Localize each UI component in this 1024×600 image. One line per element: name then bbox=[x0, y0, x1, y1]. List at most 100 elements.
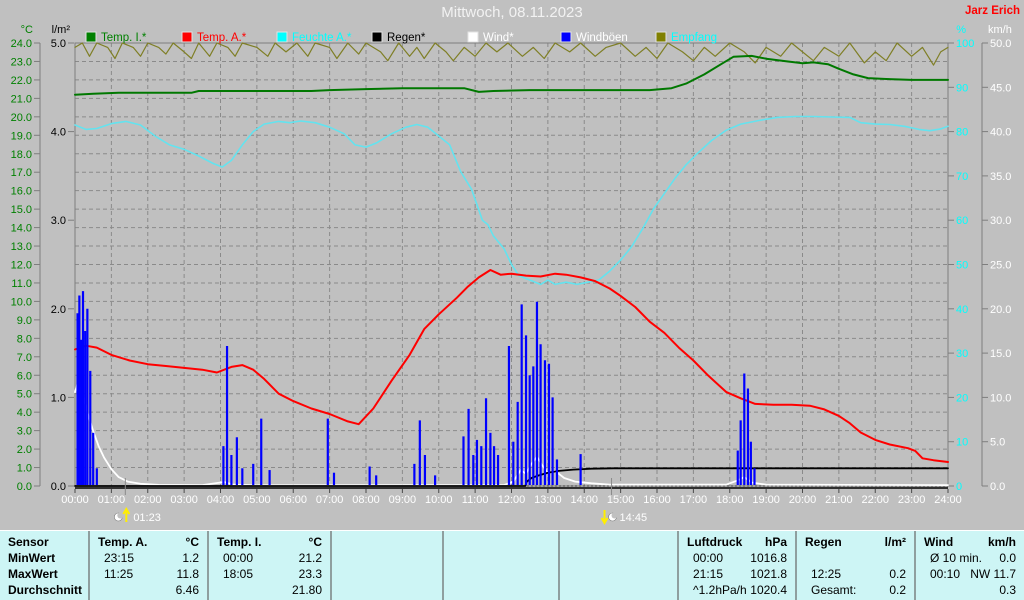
time-tick-label: 20:00 bbox=[789, 494, 817, 506]
stat-value: 23.3 bbox=[298, 567, 322, 581]
time-tick-label: 21:00 bbox=[825, 494, 853, 506]
stat-header: Luftdruck bbox=[687, 535, 743, 549]
temp-tick-label: 11.0 bbox=[11, 278, 32, 290]
arrow-down-icon bbox=[600, 510, 609, 525]
time-tick-label: 11:00 bbox=[462, 494, 489, 506]
stat-unit: km/h bbox=[987, 535, 1016, 549]
humidity-tick-label: 70 bbox=[956, 171, 968, 183]
time-tick-label: 13:00 bbox=[534, 494, 562, 506]
stats-table: Sensor MinWert MaxWert Durchschnitt Temp… bbox=[0, 530, 1024, 600]
row-label: Sensor bbox=[8, 535, 49, 549]
rain-axis-labels: 5.0 4.0 3.0 2.0 1.0 0.0 bbox=[51, 38, 74, 493]
time-tick-label: 17:00 bbox=[680, 494, 708, 506]
temp-axis-header: °C bbox=[21, 24, 33, 36]
stat-unit: hPa bbox=[764, 535, 787, 549]
legend-label: Windböen bbox=[576, 32, 628, 44]
legend-label: Temp. I.* bbox=[101, 32, 147, 44]
stat-header: Regen bbox=[805, 535, 842, 549]
rain-tick-label: 5.0 bbox=[51, 38, 66, 50]
temp-tick-label: 10.0 bbox=[11, 296, 32, 308]
time-tick-label: 01:00 bbox=[98, 494, 126, 506]
humidity-tick-label: 0 bbox=[956, 481, 962, 493]
stat-time: 21:15 bbox=[693, 567, 724, 581]
stat-time: 00:10 bbox=[930, 567, 961, 581]
weather-app-window: 24.0 23.0 22.0 21.0 20.0 19.0 18.0 17.0 16.0 15.0… bbox=[0, 0, 1024, 600]
stat-value: 0.0 bbox=[999, 551, 1016, 565]
temp-tick-label: 8.0 bbox=[17, 333, 32, 345]
temp-tick-label: 15.0 bbox=[11, 204, 32, 216]
time-axis-labels: 00:00 01:00 02:00 03:00 04:00 05:00 06:00 07:00… bbox=[61, 489, 962, 506]
humidity-tick-label: 80 bbox=[956, 127, 968, 139]
humidity-tick-label: 60 bbox=[956, 215, 968, 227]
rain-tick-label: 2.0 bbox=[51, 304, 66, 316]
stat-time: 12:25 bbox=[811, 567, 842, 581]
temp-tick-label: 2.0 bbox=[17, 444, 32, 456]
legend-item-windb-en: Windböen bbox=[560, 31, 628, 44]
legend-label: Feuchte A.* bbox=[292, 32, 352, 44]
stat-time: Ø 10 min. bbox=[930, 551, 983, 565]
time-tick-label: 07:00 bbox=[316, 494, 344, 506]
stat-header: Temp. I. bbox=[217, 535, 262, 549]
temp-tick-label: 24.0 bbox=[11, 38, 32, 50]
stat-trend: ^1.2hPa/h bbox=[693, 583, 747, 597]
stat-time: 23:15 bbox=[104, 551, 135, 565]
legend-label: Empfang bbox=[671, 32, 717, 44]
stat-value: 0.2 bbox=[889, 583, 906, 597]
stat-unit: °C bbox=[185, 535, 199, 549]
windspeed-axis-labels: 50.0 45.0 40.0 35.0 30.0 25.0 20.0 15.0 10.0 5.0 0… bbox=[982, 38, 1011, 493]
time-tick-label: 09:00 bbox=[389, 494, 417, 506]
stats-col-empty-3 bbox=[558, 531, 677, 600]
time-tick-label: 02:00 bbox=[134, 494, 162, 506]
humidity-axis-labels: 1009080706050403020100 bbox=[948, 38, 974, 493]
stat-value: 6.46 bbox=[175, 583, 199, 597]
stat-value: 1021.8 bbox=[750, 567, 787, 581]
temp-tick-label: 14.0 bbox=[11, 223, 32, 235]
moon-icon-shade bbox=[611, 512, 618, 519]
marker-time-label: 01:23 bbox=[133, 512, 161, 524]
legend-swatch bbox=[467, 31, 479, 43]
legend-label: Regen* bbox=[387, 32, 426, 44]
stat-value: 11.8 bbox=[176, 567, 199, 581]
stat-time: Gesamt: bbox=[811, 583, 857, 597]
humidity-tick-label: 90 bbox=[956, 82, 968, 94]
legend-item-empfang: Empfang bbox=[655, 31, 717, 44]
moon-icon-shade bbox=[117, 512, 124, 519]
windspeed-tick-label: 5.0 bbox=[990, 437, 1005, 449]
windspeed-tick-label: 50.0 bbox=[990, 38, 1011, 50]
stats-col-wind: Wind km/h Ø 10 min. 0.0 00:10 NW 11.7 0.3 bbox=[914, 531, 1024, 600]
windspeed-tick-label: 0.0 bbox=[990, 481, 1005, 493]
time-tick-label: 00:00 bbox=[61, 494, 89, 506]
temp-tick-label: 1.0 bbox=[17, 463, 32, 475]
humidity-tick-label: 40 bbox=[956, 304, 968, 316]
windspeed-tick-label: 30.0 bbox=[990, 215, 1011, 227]
stat-value: 0.3 bbox=[999, 583, 1016, 597]
legend-swatch bbox=[276, 31, 288, 43]
legend-item-temp-i: Temp. I.* bbox=[85, 31, 147, 44]
temp-tick-label: 13.0 bbox=[11, 241, 32, 253]
stats-col-temp-a: Temp. A. °C 23:15 1.2 11:25 11.8 6.46 bbox=[88, 531, 207, 600]
time-tick-label: 05:00 bbox=[243, 494, 271, 506]
legend-swatch bbox=[655, 31, 667, 43]
time-tick-label: 24:00 bbox=[934, 494, 962, 506]
stat-value: 0.2 bbox=[889, 567, 906, 581]
time-tick-label: 03:00 bbox=[170, 494, 198, 506]
temp-tick-label: 23.0 bbox=[11, 56, 32, 68]
windspeed-tick-label: 10.0 bbox=[990, 392, 1011, 404]
stats-col-luftdruck: Luftdruck hPa 00:00 1016.8 21:15 1021.8 ^1.… bbox=[677, 531, 795, 600]
temp-tick-label: 5.0 bbox=[17, 389, 32, 401]
marker-time-label: 14:45 bbox=[620, 512, 648, 524]
time-tick-label: 06:00 bbox=[279, 494, 307, 506]
stat-unit: °C bbox=[308, 535, 322, 549]
stat-value: NW 11.7 bbox=[970, 567, 1016, 581]
time-tick-label: 22:00 bbox=[861, 494, 889, 506]
temp-tick-label: 4.0 bbox=[17, 407, 32, 419]
stats-col-regen: Regen l/m² 12:25 0.2 Gesamt: 0.2 bbox=[795, 531, 914, 600]
stats-col-empty-1 bbox=[330, 531, 442, 600]
temp-tick-label: 7.0 bbox=[17, 352, 32, 364]
time-tick-label: 14:00 bbox=[570, 494, 598, 506]
temp-tick-label: 9.0 bbox=[17, 315, 32, 327]
windspeed-tick-label: 45.0 bbox=[990, 82, 1011, 94]
weather-chart: 24.0 23.0 22.0 21.0 20.0 19.0 18.0 17.0 16.0 15.0… bbox=[11, 4, 1020, 525]
time-tick-label: 19:00 bbox=[752, 494, 780, 506]
temp-tick-label: 3.0 bbox=[17, 426, 32, 438]
